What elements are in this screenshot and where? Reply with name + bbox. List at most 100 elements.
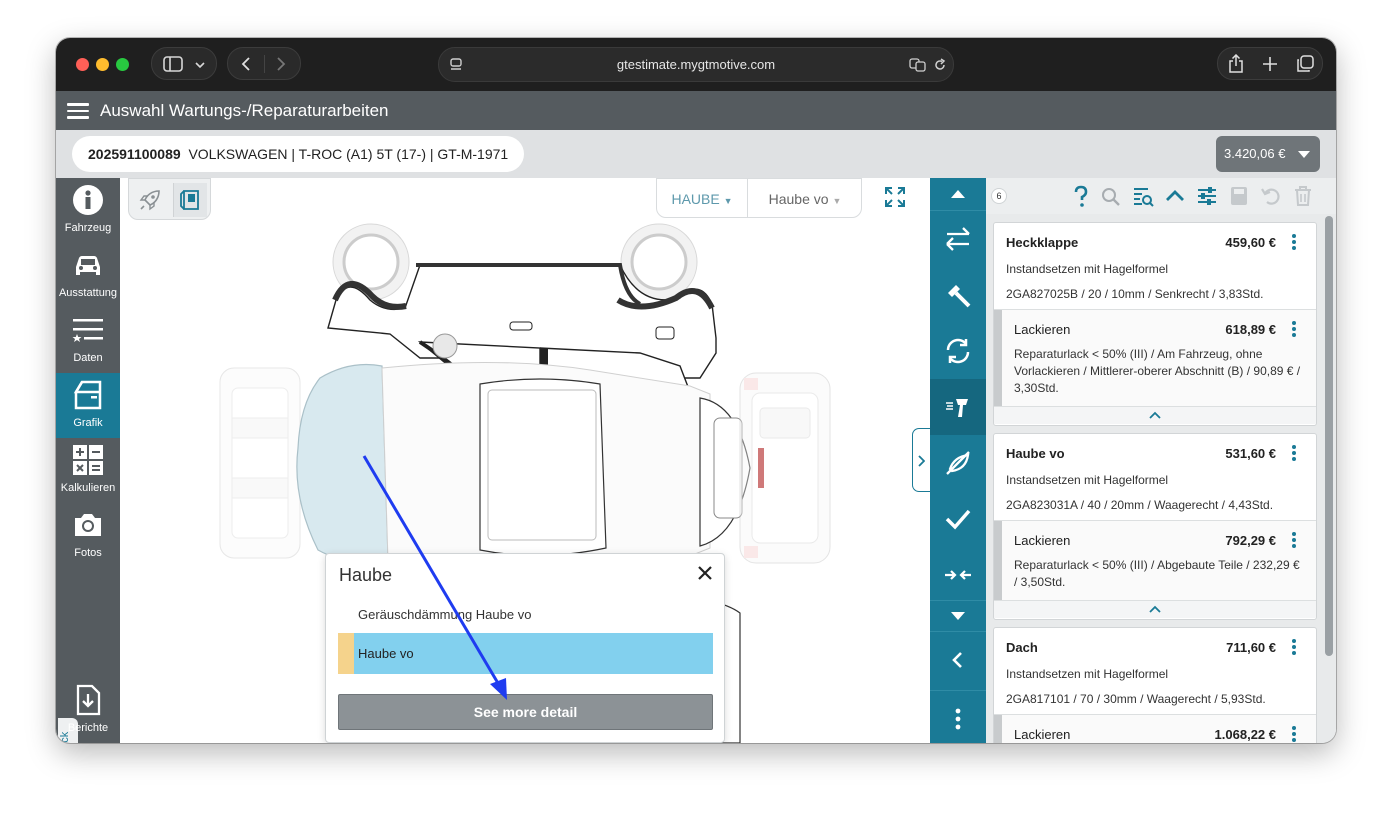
sidebar-item-grafik[interactable]: Grafik bbox=[56, 373, 120, 438]
trash-icon[interactable] bbox=[1292, 185, 1314, 207]
merge-button[interactable] bbox=[930, 547, 986, 603]
chevron-up-icon[interactable] bbox=[1164, 185, 1186, 207]
back-icon[interactable] bbox=[240, 56, 252, 72]
scroll-up-button[interactable] bbox=[930, 178, 986, 210]
see-more-detail-button[interactable]: See more detail bbox=[338, 694, 713, 730]
card-part-name: Heckklappe bbox=[1006, 235, 1079, 250]
repair-button[interactable] bbox=[930, 267, 986, 323]
tab-overview-icon[interactable] bbox=[1296, 55, 1314, 73]
sub-operation-description: Reparaturlack < 50% (III) / Am Fahrzeug,… bbox=[1014, 347, 1301, 395]
card-menu-icon[interactable] bbox=[1292, 639, 1296, 655]
remove-install-button[interactable] bbox=[930, 323, 986, 379]
operation-card-haube-vo[interactable]: Haube vo 531,60 € Instandsetzen mit Hage… bbox=[993, 433, 1317, 620]
fullscreen-icon[interactable] bbox=[884, 186, 906, 208]
collapse-panel-button[interactable] bbox=[930, 632, 986, 690]
part-popup: Haube Geräuschdämmung Haube vo Haube vo … bbox=[325, 553, 725, 743]
vehicle-pill[interactable]: 202591100089 VOLKSWAGEN | T-ROC (A1) 5T … bbox=[72, 136, 525, 172]
rocket-button[interactable] bbox=[133, 183, 167, 217]
triangle-down-icon bbox=[951, 612, 965, 620]
history-nav bbox=[227, 47, 301, 80]
position-select[interactable]: Haube vo ▼ bbox=[749, 179, 861, 217]
window-actions bbox=[1217, 47, 1323, 80]
chevron-right-icon bbox=[918, 455, 925, 467]
sidebar-item-kalkulieren[interactable]: Kalkulieren bbox=[56, 438, 120, 503]
check-icon bbox=[945, 509, 971, 530]
part-view-button[interactable] bbox=[173, 183, 207, 217]
more-options-button[interactable] bbox=[930, 691, 986, 743]
sub-menu-icon[interactable] bbox=[1292, 321, 1296, 337]
confirm-button[interactable] bbox=[930, 491, 986, 547]
camera-icon bbox=[75, 514, 101, 536]
operation-card-dach[interactable]: Dach 711,60 € Instandsetzen mit Hagelfor… bbox=[993, 627, 1317, 743]
sidebar-item-fahrzeug[interactable]: Fahrzeug bbox=[56, 178, 120, 243]
scroll-down-button[interactable] bbox=[930, 601, 986, 631]
help-icon[interactable] bbox=[1070, 185, 1092, 207]
card-details: 2GA817101 / 70 / 30mm / Waagerecht / 5,9… bbox=[1006, 692, 1266, 706]
no-paint-button[interactable] bbox=[930, 435, 986, 491]
sub-operation-price: 792,29 € bbox=[1225, 533, 1276, 548]
sidebar-item-label: Ausstattung bbox=[58, 287, 118, 299]
save-icon[interactable] bbox=[1228, 185, 1250, 207]
sub-menu-icon[interactable] bbox=[1292, 726, 1296, 742]
card-operation: Instandsetzen mit Hagelformel bbox=[1006, 473, 1169, 487]
sidebar-item-ausstattung[interactable]: Ausstattung bbox=[56, 243, 120, 308]
list-search-icon[interactable] bbox=[1132, 185, 1154, 207]
operation-card-heckklappe[interactable]: Heckklappe 459,60 € Instandsetzen mit Ha… bbox=[993, 222, 1317, 426]
vehicle-id: 202591100089 bbox=[88, 146, 181, 162]
minimize-window-button[interactable] bbox=[96, 58, 109, 71]
paint-off-icon bbox=[946, 451, 970, 475]
vehicle-bar: 202591100089 VOLKSWAGEN | T-ROC (A1) 5T … bbox=[56, 130, 1336, 178]
card-collapse-toggle[interactable] bbox=[994, 406, 1316, 424]
translate-icon[interactable] bbox=[909, 58, 927, 72]
popup-option-haube-vo[interactable]: Haube vo bbox=[338, 633, 713, 674]
forward-icon[interactable] bbox=[275, 56, 287, 72]
paint-button[interactable] bbox=[930, 379, 986, 435]
hood-panel[interactable] bbox=[296, 363, 389, 563]
popup-title: Haube bbox=[339, 565, 393, 585]
sidebar-item-label: Grafik bbox=[73, 417, 103, 429]
total-amount: 3.420,06 € bbox=[1224, 146, 1286, 161]
paint-sub-operation[interactable]: Lackieren 1.068,22 € bbox=[994, 714, 1316, 743]
list-star-icon bbox=[72, 319, 103, 342]
option-color-stripe bbox=[338, 633, 354, 674]
close-window-button[interactable] bbox=[76, 58, 89, 71]
paint-sub-operation[interactable]: Lackieren 792,29 € Reparaturlack < 50% (… bbox=[994, 520, 1316, 600]
address-bar[interactable]: gtestimate.mygtmotive.com bbox=[438, 47, 954, 82]
caret-down-icon: ▼ bbox=[832, 196, 842, 206]
sidebar-item-daten[interactable]: Daten bbox=[56, 308, 120, 373]
new-tab-icon[interactable] bbox=[1262, 56, 1278, 72]
part-select[interactable]: HAUBE ▼ bbox=[657, 179, 748, 217]
card-menu-icon[interactable] bbox=[1292, 445, 1296, 461]
replace-button[interactable] bbox=[930, 211, 986, 267]
undo-icon[interactable] bbox=[1260, 185, 1282, 207]
card-collapse-toggle[interactable] bbox=[994, 600, 1316, 618]
card-part-name: Haube vo bbox=[1006, 446, 1065, 461]
reload-icon[interactable] bbox=[933, 58, 947, 72]
vertical-dots-icon bbox=[955, 708, 961, 730]
share-icon[interactable] bbox=[1228, 54, 1244, 74]
card-operation: Instandsetzen mit Hagelformel bbox=[1006, 262, 1169, 276]
menu-icon[interactable] bbox=[67, 103, 89, 119]
sidebar-toggle-button[interactable] bbox=[151, 47, 217, 80]
sidebar-item-berichte[interactable]: Berichte bbox=[56, 678, 120, 743]
popup-option-geraeuschdaemmung[interactable]: Geräuschdämmung Haube vo bbox=[358, 607, 531, 622]
operation-toolbar bbox=[930, 178, 986, 743]
app-header: Auswahl Wartungs-/Reparaturarbeiten bbox=[56, 91, 1336, 130]
zoom-window-button[interactable] bbox=[116, 58, 129, 71]
door-panel-icon bbox=[180, 190, 199, 210]
panel-scrollbar[interactable] bbox=[1325, 216, 1333, 656]
close-icon[interactable] bbox=[696, 564, 714, 582]
sliders-icon[interactable] bbox=[1196, 185, 1218, 207]
paint-sub-operation[interactable]: Lackieren 618,89 € Reparaturlack < 50% (… bbox=[994, 309, 1316, 406]
card-part-name: Dach bbox=[1006, 640, 1038, 655]
search-part-icon[interactable] bbox=[1100, 185, 1122, 207]
card-operation: Instandsetzen mit Hagelformel bbox=[1006, 667, 1169, 681]
browser-window: gtestimate.mygtmotive.com Auswahl Wartun… bbox=[56, 38, 1336, 743]
total-price-dropdown[interactable]: 3.420,06 € bbox=[1216, 136, 1320, 172]
hammer-icon bbox=[948, 285, 971, 308]
panel-collapse-handle[interactable] bbox=[912, 428, 930, 492]
sidebar-item-fotos[interactable]: Fotos bbox=[56, 503, 120, 568]
card-menu-icon[interactable] bbox=[1292, 234, 1296, 250]
left-sidebar: Fahrzeug Ausstattung Daten Grafik Kalkul… bbox=[56, 178, 120, 743]
sub-menu-icon[interactable] bbox=[1292, 532, 1296, 548]
